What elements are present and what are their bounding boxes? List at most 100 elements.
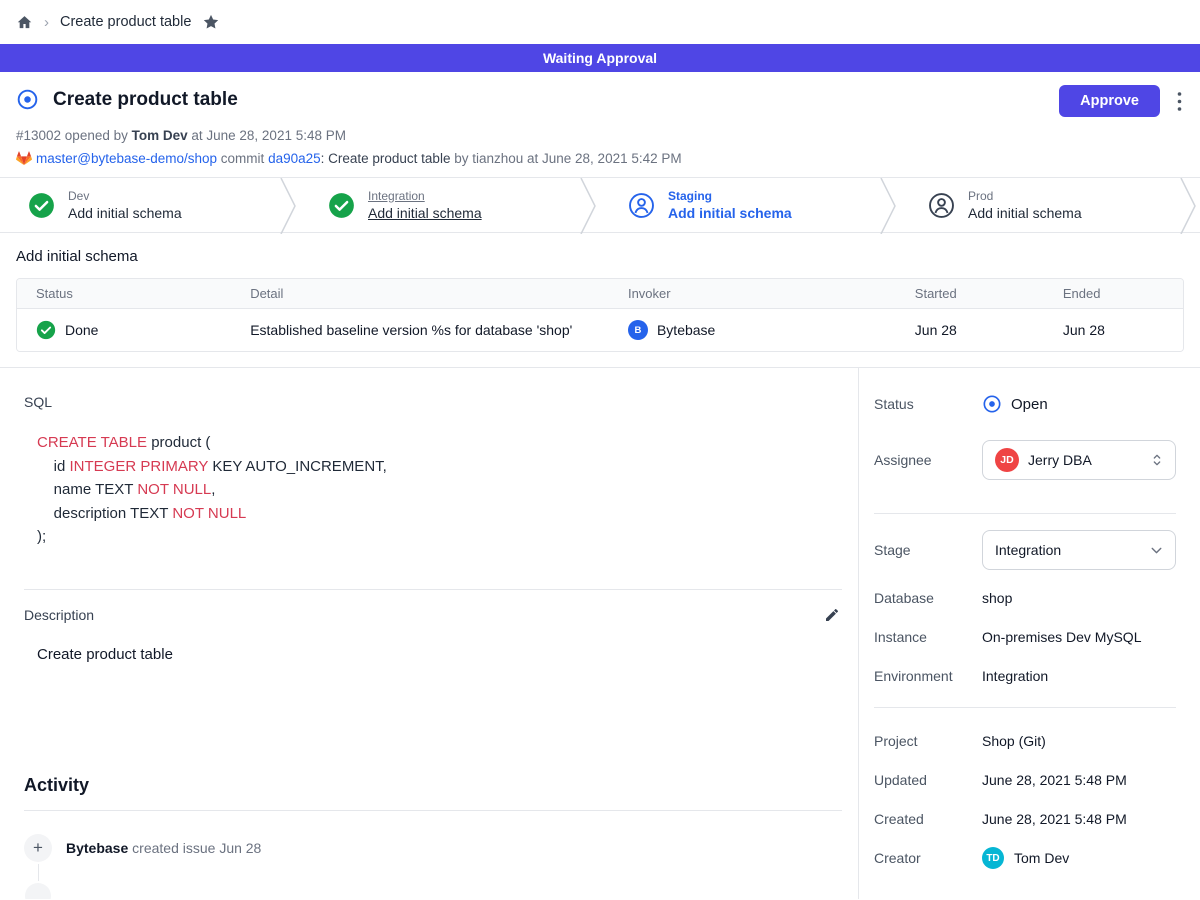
creator-avatar: TD — [982, 847, 1004, 869]
breadcrumb-separator-icon: › — [44, 15, 49, 30]
stage-env-label: Prod — [968, 189, 1082, 204]
created-label: Created — [874, 811, 982, 827]
plus-icon: + — [24, 834, 52, 862]
approve-button[interactable]: Approve — [1059, 85, 1160, 117]
commit-tail-text: by tianzhou at June 28, 2021 5:42 PM — [450, 151, 681, 166]
issue-meta: #13002 opened by Tom Dev at June 28, 202… — [16, 128, 1184, 143]
updated-label: Updated — [874, 772, 982, 788]
status-label: Status — [874, 396, 982, 412]
stage-prod[interactable]: Prod Add initial schema — [900, 178, 1178, 232]
task-status-text: Done — [65, 322, 98, 338]
column-header-status: Status — [17, 286, 250, 301]
stage-separator-icon — [878, 178, 900, 232]
commit-message: : Create product table — [321, 151, 451, 166]
invoker-avatar: B — [628, 320, 648, 340]
sql-label: SQL — [24, 394, 842, 410]
page-title: Create product table — [53, 89, 238, 111]
stage-label: Stage — [874, 542, 982, 558]
assignee-label: Assignee — [874, 452, 982, 468]
stage-task-label: Add initial schema — [68, 204, 182, 222]
stage-task-label: Add initial schema — [968, 204, 1082, 222]
stage-separator-icon — [1178, 178, 1200, 232]
open-issue-icon — [16, 88, 39, 111]
project-label: Project — [874, 733, 982, 749]
timeline-connector — [38, 864, 39, 881]
stage-integration[interactable]: Integration Add initial schema — [300, 178, 578, 232]
sidebar-divider — [874, 707, 1176, 708]
kebab-menu-icon[interactable] — [1175, 87, 1184, 116]
check-circle-icon — [28, 192, 55, 219]
environment-value: Integration — [982, 668, 1048, 684]
instance-value: On-premises Dev MySQL — [982, 629, 1141, 645]
stage-env-label: Integration — [368, 189, 482, 204]
issue-sidebar: Status Open Assignee JD Jerry DBA Stage — [858, 368, 1200, 899]
commit-line: master@bytebase-demo/shop commit da90a25… — [16, 151, 1184, 166]
person-circle-icon — [928, 192, 955, 219]
main-content: SQL CREATE TABLE product ( id INTEGER PR… — [0, 368, 858, 899]
activity-divider — [24, 810, 842, 811]
sql-line: description TEXT NOT NULL — [37, 502, 842, 526]
sql-line: id INTEGER PRIMARY KEY AUTO_INCREMENT, — [37, 455, 842, 479]
table-row[interactable]: Done Established baseline version %s for… — [17, 308, 1183, 351]
invoker-name: Bytebase — [657, 322, 715, 338]
stage-env-label: Dev — [68, 189, 182, 204]
task-ended-date: Jun 28 — [1063, 322, 1183, 338]
selector-updown-icon — [1149, 452, 1165, 468]
sql-statement: CREATE TABLE product ( id INTEGER PRIMAR… — [37, 431, 842, 549]
column-header-invoker: Invoker — [628, 286, 915, 301]
stage-separator-icon — [278, 178, 300, 232]
gitlab-icon — [16, 151, 32, 166]
activity-actor: Bytebase — [66, 840, 128, 856]
stage-separator-icon — [578, 178, 600, 232]
status-banner: Waiting Approval — [0, 44, 1200, 72]
stage-env-label: Staging — [668, 189, 792, 204]
stage-task-label: Add initial schema — [668, 204, 792, 222]
commit-mid-text: commit — [217, 151, 268, 166]
task-section-heading: Add initial schema — [16, 248, 1184, 265]
check-circle-icon — [36, 320, 56, 340]
activity-heading: Activity — [24, 775, 842, 796]
issue-author: Tom Dev — [132, 128, 188, 143]
stage-dev[interactable]: Dev Add initial schema — [0, 178, 278, 232]
activity-action: created issue Jun 28 — [128, 840, 261, 856]
chevron-down-icon — [1148, 542, 1165, 559]
task-section: Add initial schema Status Detail Invoker… — [0, 233, 1200, 352]
next-activity-icon — [25, 883, 51, 900]
instance-label: Instance — [874, 629, 982, 645]
sql-line: name TEXT NOT NULL, — [37, 478, 842, 502]
column-header-ended: Ended — [1063, 286, 1183, 301]
status-value: Open — [1011, 396, 1048, 413]
edit-pencil-icon[interactable] — [822, 605, 842, 625]
stage-task-label: Add initial schema — [368, 204, 482, 222]
stage-select[interactable]: Integration — [982, 530, 1176, 570]
assignee-select[interactable]: JD Jerry DBA — [982, 440, 1176, 480]
issue-open-time: at June 28, 2021 5:48 PM — [188, 128, 346, 143]
home-icon[interactable] — [16, 14, 33, 31]
sql-line: CREATE TABLE product ( — [37, 431, 842, 455]
created-value: June 28, 2021 5:48 PM — [982, 811, 1127, 827]
issue-header: Create product table Approve #13002 open… — [0, 72, 1200, 177]
check-circle-icon — [328, 192, 355, 219]
breadcrumb-title: Create product table — [60, 14, 191, 30]
description-label: Description — [24, 607, 94, 623]
star-icon[interactable] — [202, 13, 220, 31]
task-table-header: Status Detail Invoker Started Ended — [17, 279, 1183, 308]
sql-line: ); — [37, 525, 842, 549]
task-table: Status Detail Invoker Started Ended Done… — [16, 278, 1184, 352]
branch-repo-link[interactable]: master@bytebase-demo/shop — [36, 151, 217, 166]
pipeline-stage-bar: Dev Add initial schema Integration Add i… — [0, 177, 1200, 233]
database-value: shop — [982, 590, 1012, 606]
updated-value: June 28, 2021 5:48 PM — [982, 772, 1127, 788]
commit-hash-link[interactable]: da90a25 — [268, 151, 321, 166]
banner-text: Waiting Approval — [543, 50, 657, 66]
environment-label: Environment — [874, 668, 982, 684]
database-label: Database — [874, 590, 982, 606]
stage-staging[interactable]: Staging Add initial schema — [600, 178, 878, 232]
assignee-avatar: JD — [995, 448, 1019, 472]
description-content: Create product table — [37, 646, 842, 663]
task-started-date: Jun 28 — [915, 322, 1063, 338]
task-detail-text: Established baseline version %s for data… — [250, 322, 628, 338]
creator-value: Tom Dev — [1014, 850, 1069, 866]
breadcrumb: › Create product table — [0, 0, 1200, 44]
description-divider — [24, 589, 842, 590]
